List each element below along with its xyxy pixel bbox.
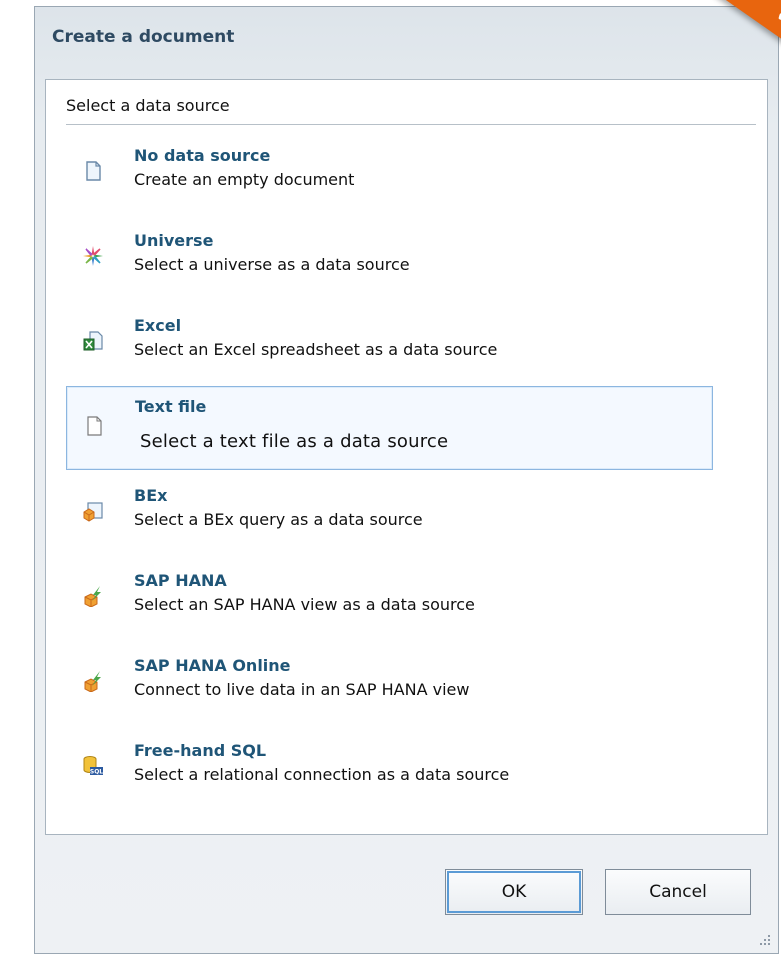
create-document-dialog: ✓ Create a document Select a data source…: [34, 0, 781, 954]
source-item-name: BEx: [134, 486, 168, 505]
source-item-free-hand-sql[interactable]: SQL Free-hand SQL Select a relational co…: [66, 735, 713, 819]
source-item-desc: Select an Excel spreadsheet as a data so…: [134, 340, 498, 359]
source-item-desc: Select a BEx query as a data source: [134, 510, 423, 529]
source-item-name: SAP HANA: [134, 571, 227, 590]
universe-icon: [83, 246, 103, 266]
sap-hana-online-icon: [84, 671, 101, 692]
source-item-excel[interactable]: Excel Select an Excel spreadsheet as a d…: [66, 310, 713, 394]
source-item-name: Excel: [134, 316, 182, 335]
data-source-panel: Select a data source No data source Crea…: [45, 79, 768, 835]
source-item-text-file[interactable]: Text file Select a text file as a data s…: [66, 386, 713, 470]
source-item-name: Universe: [134, 231, 214, 250]
dialog-title: Create a document: [52, 27, 235, 47]
panel-divider: [66, 124, 756, 125]
source-item-desc: Connect to live data in an SAP HANA view: [134, 680, 470, 699]
source-item-sap-hana[interactable]: SAP HANA Select an SAP HANA view as a da…: [66, 565, 713, 649]
source-item-no-data-source[interactable]: No data source Create an empty document: [66, 140, 713, 224]
text-file-icon: [87, 416, 102, 436]
source-item-name: Free-hand SQL: [134, 741, 267, 760]
source-item-name: SAP HANA Online: [134, 656, 291, 675]
source-item-desc: Select a universe as a data source: [134, 255, 410, 274]
source-item-sap-hana-online[interactable]: SAP HANA Online Connect to live data in …: [66, 650, 713, 734]
cancel-button[interactable]: Cancel: [605, 869, 751, 915]
source-item-desc: Select an SAP HANA view as a data source: [134, 595, 475, 614]
sql-database-icon: SQL: [83, 756, 103, 776]
source-item-universe[interactable]: Universe Select a universe as a data sou…: [66, 225, 713, 309]
resize-grip-icon[interactable]: [756, 931, 772, 947]
source-item-name: No data source: [134, 146, 271, 165]
sap-hana-icon: [84, 586, 101, 607]
source-item-desc: Select a text file as a data source: [140, 431, 449, 452]
blank-document-icon: [86, 161, 101, 181]
source-item-desc: Select a relational connection as a data…: [134, 765, 510, 784]
excel-icon: [83, 331, 103, 351]
svg-text:SQL: SQL: [90, 769, 103, 776]
source-item-desc: Create an empty document: [134, 170, 355, 189]
ok-button[interactable]: OK: [445, 869, 583, 915]
source-item-bex[interactable]: BEx Select a BEx query as a data source: [66, 480, 713, 564]
source-item-name: Text file: [135, 397, 207, 416]
bex-icon: [83, 502, 103, 522]
panel-title: Select a data source: [66, 96, 230, 115]
